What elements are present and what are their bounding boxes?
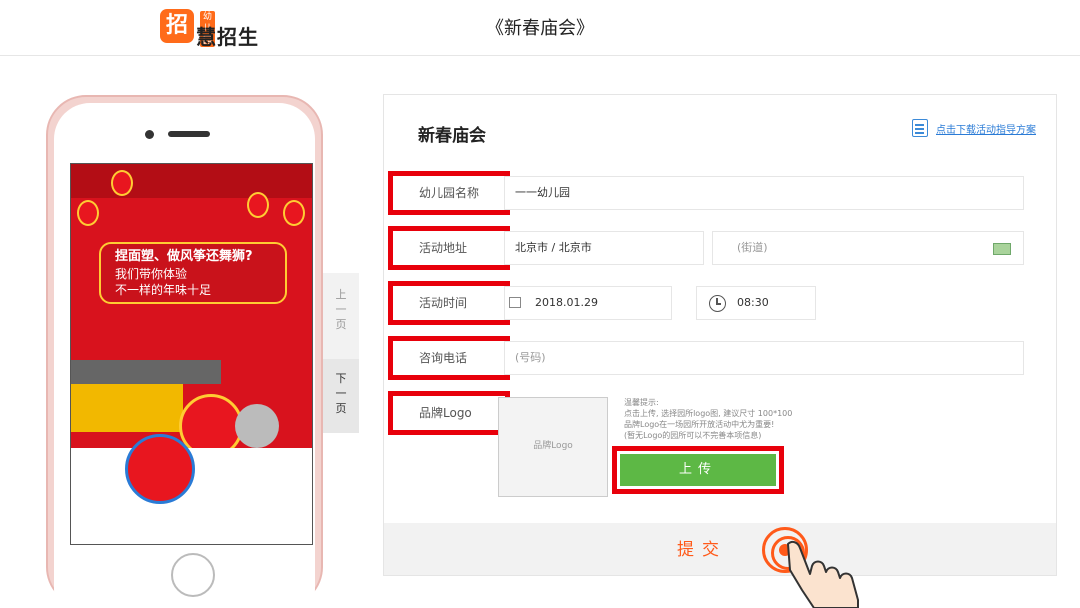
city-select[interactable]: 北京市 / 北京市	[504, 231, 704, 265]
upload-highlight: 上传	[612, 446, 784, 494]
tip-line: 点击上传, 选择园所logo图, 建议尺寸 100*100	[624, 409, 793, 418]
promo-headline: 捏面塑、做风筝还舞狮?	[115, 249, 253, 264]
tip-line: 品牌Logo在一场园所开放活动中尤为重要!	[624, 420, 775, 429]
lantern-icon	[247, 192, 269, 218]
phone-preview: 捏面塑、做风筝还舞狮? 我们带你体验 不一样的年味十足	[46, 95, 323, 608]
phone-screen: 捏面塑、做风筝还舞狮? 我们带你体验 不一样的年味十足	[70, 163, 313, 545]
upload-button[interactable]: 上传	[620, 454, 776, 486]
download-guide-link[interactable]: 点击下载活动指导方案	[912, 119, 1036, 137]
prev-page-label: 上一页	[335, 288, 347, 331]
speaker-icon	[168, 131, 210, 137]
tip-line: 温馨提示:	[624, 398, 659, 407]
phone-label: 咨询电话	[388, 336, 510, 380]
phone-input[interactable]: (号码)	[504, 341, 1024, 375]
document-icon	[912, 119, 928, 137]
map-icon[interactable]	[993, 243, 1011, 255]
address-label: 活动地址	[388, 226, 510, 270]
upload-tips: 温馨提示: 点击上传, 选择园所logo图, 建议尺寸 100*100 品牌Lo…	[624, 397, 792, 441]
date-input[interactable]: 2018.01.29	[504, 286, 672, 320]
promo-line: 我们带你体验	[115, 267, 188, 281]
page-switcher: 上一页 下一页	[323, 273, 359, 433]
download-guide-text: 点击下载活动指导方案	[936, 124, 1036, 136]
temple-wall-illustration	[71, 384, 183, 432]
date-value: 2018.01.29	[535, 296, 598, 309]
city-value: 北京市 / 北京市	[515, 241, 592, 254]
next-page-label: 下一页	[335, 372, 347, 415]
lantern-icon	[111, 170, 133, 196]
page-title: 《新春庙会》	[486, 18, 594, 39]
street-placeholder: (街道)	[737, 241, 768, 254]
submit-bar[interactable]: 提交	[384, 523, 1056, 575]
logo-upload-preview[interactable]: 品牌Logo	[498, 397, 608, 497]
decor-top-banner	[71, 164, 312, 198]
street-input[interactable]: (街道)	[712, 231, 1024, 265]
stone-lion-illustration	[235, 404, 279, 448]
clock-input[interactable]: 08:30	[696, 286, 816, 320]
temple-roof-illustration	[71, 360, 221, 384]
promo-bubble: 捏面塑、做风筝还舞狮? 我们带你体验 不一样的年味十足	[99, 242, 287, 304]
lantern-icon	[77, 200, 99, 226]
kindergarten-name-label: 幼儿园名称	[388, 171, 510, 215]
clock-icon	[709, 295, 726, 312]
prev-page-button[interactable]: 上一页	[323, 273, 359, 359]
activity-form: 新春庙会 点击下载活动指导方案 幼儿园名称 一一幼儿园 活动地址 北京市 / 北…	[383, 94, 1057, 576]
lion-dance-illustration	[125, 434, 195, 504]
top-header: 招 幼儿园 慧招生 《新春庙会》	[0, 0, 1080, 56]
home-button-icon	[171, 553, 215, 597]
tip-line: (暂无Logo的园所可以不完善本项信息)	[624, 431, 762, 440]
kindergarten-name-input[interactable]: 一一幼儿园	[504, 176, 1024, 210]
calendar-icon	[509, 297, 521, 308]
kindergarten-name-value: 一一幼儿园	[515, 186, 570, 199]
form-title: 新春庙会	[418, 126, 486, 146]
logo-label: 品牌Logo	[388, 391, 510, 435]
next-page-button[interactable]: 下一页	[323, 359, 359, 433]
time-label: 活动时间	[388, 281, 510, 325]
pointing-hand-icon	[787, 540, 859, 608]
phone-placeholder: (号码)	[515, 351, 546, 364]
submit-button[interactable]: 提交	[384, 535, 1056, 560]
promo-line: 不一样的年味十足	[115, 283, 212, 297]
camera-icon	[145, 130, 154, 139]
lantern-icon	[283, 200, 305, 226]
clock-value: 08:30	[737, 296, 769, 309]
